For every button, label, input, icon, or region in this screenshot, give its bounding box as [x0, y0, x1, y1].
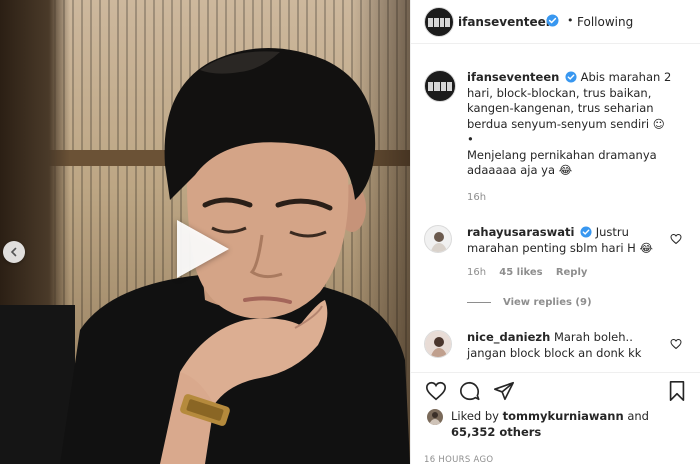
- liker-username[interactable]: tommykurniawann: [503, 409, 624, 423]
- heart-icon[interactable]: [670, 233, 682, 245]
- post-actions: Liked by tommykurniawann and 65,352 othe…: [411, 372, 700, 464]
- likes-prefix: Liked by: [451, 409, 499, 423]
- bookmark-icon[interactable]: [667, 380, 687, 402]
- caption-text: ifanseventeen Abis marahan 2 hari, block…: [467, 70, 692, 179]
- comment-text: rahayusaraswati Justru marahan penting s…: [467, 225, 657, 256]
- comment-meta: 16h 45 likes Reply: [467, 267, 587, 278]
- heart-icon[interactable]: [670, 338, 682, 350]
- chevron-left-icon[interactable]: [3, 241, 25, 263]
- caption-avatar[interactable]: [424, 70, 456, 102]
- header-separator: •: [567, 14, 574, 27]
- replies-divider: [467, 302, 491, 303]
- author-username[interactable]: ifanseventeen: [458, 15, 554, 29]
- comment-text: nice_daniezh Marah boleh.. jangan block …: [467, 330, 657, 361]
- verified-badge-icon: [565, 71, 577, 83]
- liker-avatar[interactable]: [427, 409, 443, 425]
- play-icon[interactable]: [177, 220, 229, 278]
- caption-username[interactable]: ifanseventeen: [467, 70, 559, 84]
- caption-line-2: Menjelang pernikahan dramanya adaaaaa aj…: [467, 147, 657, 178]
- comment-avatar[interactable]: [424, 330, 452, 358]
- comment-avatar[interactable]: [424, 225, 452, 253]
- likes-text: Liked by tommykurniawann and 65,352 othe…: [451, 408, 649, 440]
- following-button[interactable]: Following: [577, 15, 633, 29]
- comment-likes[interactable]: 45 likes: [499, 267, 542, 278]
- author-avatar[interactable]: [424, 7, 454, 37]
- likes-others[interactable]: 65,352 others: [451, 425, 541, 439]
- view-replies-button[interactable]: View replies (9): [467, 297, 592, 308]
- post-media[interactable]: [0, 0, 410, 464]
- caption-bullet: •: [467, 132, 474, 146]
- caption-time: 16h: [467, 192, 487, 203]
- likes-and: and: [627, 409, 649, 423]
- reply-button[interactable]: Reply: [556, 267, 588, 278]
- view-replies-label: View replies (9): [503, 297, 592, 308]
- share-icon[interactable]: [493, 380, 515, 402]
- verified-badge-icon: [546, 14, 559, 27]
- post-timestamp[interactable]: 16 HOURS AGO: [424, 455, 493, 464]
- post-header: ifanseventeen • Following: [411, 0, 700, 44]
- comment-username[interactable]: rahayusaraswati: [467, 225, 574, 239]
- comment-time: 16h: [467, 267, 487, 278]
- post-details-panel: ifanseventeen • Following ifanseventeen …: [410, 0, 700, 464]
- comment-username[interactable]: nice_daniezh: [467, 330, 550, 344]
- comment-icon[interactable]: [459, 380, 481, 402]
- heart-icon[interactable]: [425, 380, 447, 402]
- verified-badge-icon: [580, 226, 592, 238]
